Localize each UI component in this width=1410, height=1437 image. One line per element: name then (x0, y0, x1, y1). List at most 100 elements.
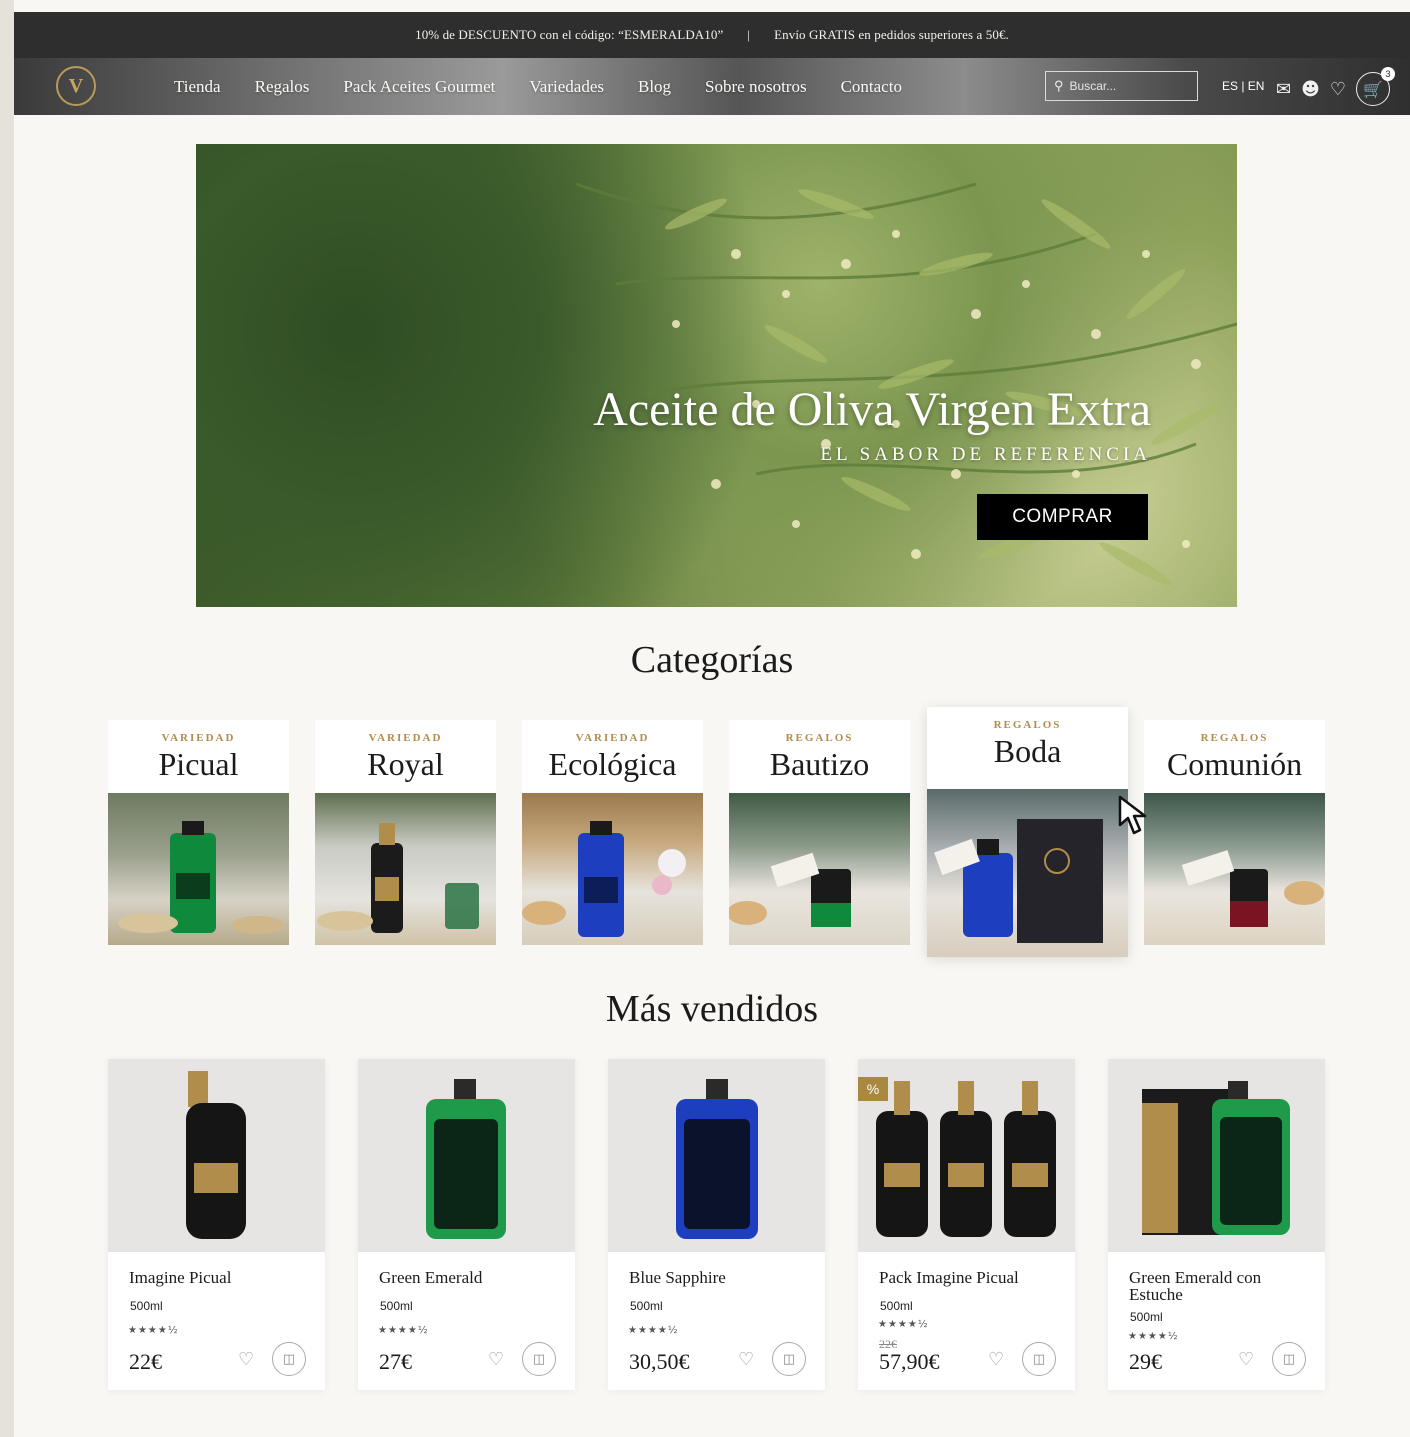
category-kicker: REGALOS (1200, 732, 1269, 744)
promo-separator: | (747, 27, 751, 42)
user-icon[interactable]: ☻ (1301, 79, 1320, 100)
nav-item-blog[interactable]: Blog (638, 77, 671, 97)
category-card-comunion[interactable]: REGALOS Comunión (1144, 720, 1325, 945)
cart-count-badge: 3 (1381, 67, 1395, 81)
add-to-cart-button[interactable]: ◫ (1272, 1342, 1306, 1376)
product-price: 22€ (129, 1349, 162, 1374)
add-to-cart-button[interactable]: ◫ (772, 1342, 806, 1376)
category-image (927, 789, 1128, 957)
search-box[interactable]: ⚲ (1045, 71, 1198, 101)
category-name: Boda (993, 733, 1062, 769)
bestsellers-title: Más vendidos (605, 988, 819, 1030)
nav-item-pack-aceites[interactable]: Pack Aceites Gourmet (343, 77, 495, 97)
page: 10% de DESCUENTO con el código: “ESMERAL… (14, 0, 1410, 1437)
hero-title: Aceite de Oliva Virgen Extra (593, 383, 1151, 436)
categories-title: Categorías (630, 639, 794, 681)
category-card-royal[interactable]: VARIEDAD Royal (315, 720, 496, 945)
product-volume: 500ml (380, 1299, 413, 1313)
add-to-cart-button[interactable]: ◫ (272, 1342, 306, 1376)
category-image (729, 793, 910, 945)
product-rating: ★★★★½ (378, 1325, 429, 1336)
product-price: 27€ (379, 1349, 412, 1374)
hero-banner: Aceite de Oliva Virgen Extra EL SABOR DE… (196, 144, 1237, 607)
product-volume: 500ml (130, 1299, 163, 1313)
product-rating: ★★★★½ (628, 1325, 679, 1336)
product-rating: ★★★★½ (128, 1325, 179, 1336)
category-image (522, 793, 703, 945)
promo-bar: 10% de DESCUENTO con el código: “ESMERAL… (14, 12, 1410, 58)
category-image (315, 793, 496, 945)
product-image (358, 1059, 575, 1252)
basket-icon: ◫ (782, 1351, 796, 1367)
language-switch[interactable]: ES | EN (1222, 79, 1264, 93)
product-card-blue-sapphire[interactable]: Blue Sapphire 500ml ★★★★½ 30,50€ ♡ ◫ (608, 1059, 825, 1390)
brand-logo[interactable]: V (56, 66, 96, 106)
hero-subtitle: EL SABOR DE REFERENCIA (820, 444, 1151, 465)
product-image (608, 1059, 825, 1252)
product-card-pack-imagine-picual[interactable]: % Pack Imagine Picual 500ml ★★★★½ 22€ 57… (858, 1059, 1075, 1390)
product-name[interactable]: Pack Imagine Picual (879, 1269, 1059, 1286)
category-card-ecologica[interactable]: VARIEDAD Ecológica (522, 720, 703, 945)
product-image: % (858, 1059, 1075, 1252)
discount-tag: % (858, 1077, 888, 1101)
product-name[interactable]: Green Emerald (379, 1269, 559, 1286)
product-price: 30,50€ (629, 1349, 690, 1374)
product-image (108, 1059, 325, 1252)
heart-icon[interactable]: ♡ (1330, 79, 1346, 100)
product-rating: ★★★★½ (878, 1319, 929, 1330)
basket-icon: ◫ (1032, 1351, 1046, 1367)
add-to-cart-button[interactable]: ◫ (522, 1342, 556, 1376)
category-name: Ecológica (548, 746, 677, 782)
category-image (1144, 793, 1325, 945)
search-icon: ⚲ (1054, 78, 1064, 93)
search-input[interactable] (1069, 79, 1180, 93)
wishlist-heart-icon[interactable]: ♡ (488, 1349, 504, 1370)
category-kicker: VARIEDAD (161, 732, 236, 744)
category-card-bautizo[interactable]: REGALOS Bautizo (729, 720, 910, 945)
wishlist-heart-icon[interactable]: ♡ (1238, 1349, 1254, 1370)
nav-item-sobre-nosotros[interactable]: Sobre nosotros (705, 77, 807, 97)
product-rating: ★★★★½ (1128, 1331, 1179, 1342)
cart-icon: 🛒 (1363, 79, 1383, 99)
nav-item-contacto[interactable]: Contacto (841, 77, 902, 97)
promo-discount: 10% de DESCUENTO con el código: “ESMERAL… (415, 27, 724, 42)
category-card-boda[interactable]: REGALOS Boda (927, 707, 1128, 957)
product-image (1108, 1059, 1325, 1252)
category-image (108, 793, 289, 945)
hero-buy-button[interactable]: COMPRAR (977, 494, 1148, 540)
product-volume: 500ml (630, 1299, 663, 1313)
product-price: 57,90€ (879, 1349, 940, 1374)
product-volume: 500ml (880, 1299, 913, 1313)
main-nav: V Tienda Regalos Pack Aceites Gourmet Va… (14, 58, 1410, 115)
category-kicker: REGALOS (785, 732, 854, 744)
category-name: Royal (367, 746, 444, 782)
product-card-green-emerald-estuche[interactable]: Green Emerald con Estuche 500ml ★★★★½ 29… (1108, 1059, 1325, 1390)
product-name[interactable]: Blue Sapphire (629, 1269, 809, 1286)
category-kicker: VARIEDAD (368, 732, 443, 744)
mail-icon[interactable]: ✉ (1276, 79, 1291, 100)
category-kicker: VARIEDAD (575, 732, 650, 744)
basket-icon: ◫ (532, 1351, 546, 1367)
product-card-imagine-picual[interactable]: Imagine Picual 500ml ★★★★½ 22€ ♡ ◫ (108, 1059, 325, 1390)
basket-icon: ◫ (1282, 1351, 1296, 1367)
category-name: Bautizo (769, 746, 870, 782)
header-icons: ✉ ☻ ♡ 🛒 3 (1276, 67, 1395, 106)
product-volume: 500ml (1130, 1310, 1163, 1324)
add-to-cart-button[interactable]: ◫ (1022, 1342, 1056, 1376)
nav-item-tienda[interactable]: Tienda (174, 77, 221, 97)
nav-item-variedades[interactable]: Variedades (529, 77, 604, 97)
product-card-green-emerald[interactable]: Green Emerald 500ml ★★★★½ 27€ ♡ ◫ (358, 1059, 575, 1390)
wishlist-heart-icon[interactable]: ♡ (988, 1349, 1004, 1370)
category-card-picual[interactable]: VARIEDAD Picual (108, 720, 289, 945)
category-name: Picual (158, 746, 239, 782)
promo-shipping: Envío GRATIS en pedidos superiores a 50€… (774, 27, 1009, 42)
basket-icon: ◫ (282, 1351, 296, 1367)
wishlist-heart-icon[interactable]: ♡ (738, 1349, 754, 1370)
product-name[interactable]: Green Emerald con Estuche (1129, 1269, 1309, 1303)
nav-item-regalos[interactable]: Regalos (255, 77, 310, 97)
category-name: Comunión (1166, 746, 1303, 782)
wishlist-heart-icon[interactable]: ♡ (238, 1349, 254, 1370)
category-kicker: REGALOS (993, 719, 1062, 731)
product-name[interactable]: Imagine Picual (129, 1269, 309, 1286)
cart-button[interactable]: 🛒 3 (1356, 67, 1395, 106)
